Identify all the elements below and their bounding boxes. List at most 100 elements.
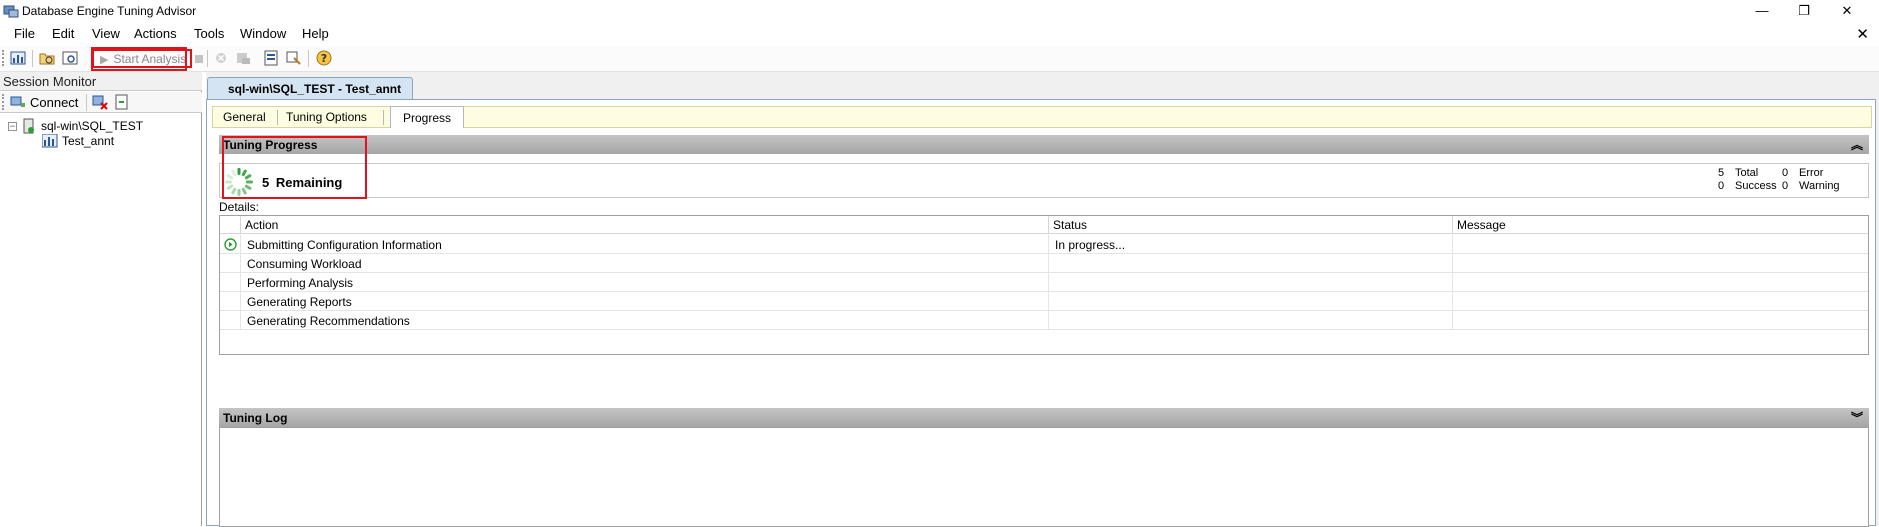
refresh-icon[interactable]: [114, 94, 130, 110]
document-tab[interactable]: sql-win\SQL_TEST - Test_annt: [207, 77, 413, 99]
restore-button[interactable]: ❐: [1789, 2, 1819, 20]
document-body: General Tuning Options Progress Tuning P…: [206, 99, 1876, 527]
toolbar-grip[interactable]: [2, 94, 5, 110]
tab-separator: [383, 110, 384, 125]
row-action: Performing Analysis: [247, 276, 354, 290]
cell-separator: [1452, 273, 1453, 292]
table-row[interactable]: Submitting Configuration Information In …: [220, 235, 1868, 254]
toolbar-grip[interactable]: [2, 50, 5, 66]
grid-header: Action Status Message: [220, 216, 1868, 234]
menu-window[interactable]: Window: [240, 26, 286, 41]
cell-separator: [240, 254, 241, 273]
disconnect-icon[interactable]: [92, 94, 108, 110]
tab-tuning-options[interactable]: Tuning Options: [286, 110, 367, 124]
server-name: sql-win\SQL_TEST: [41, 119, 144, 133]
cell-separator: [1048, 311, 1049, 330]
cell-separator: [240, 292, 241, 311]
tuning-progress-highlight: [222, 136, 367, 199]
connect-button[interactable]: Connect: [10, 94, 78, 110]
success-count: 0: [1718, 180, 1725, 192]
toolbar-separator: [308, 50, 309, 67]
cell-separator: [1048, 292, 1049, 311]
tree-server-node[interactable]: − sql-win\SQL_TEST: [8, 118, 143, 134]
tuning-log-area[interactable]: [219, 427, 1869, 527]
cell-separator: [1452, 254, 1453, 273]
stop-icon[interactable]: [195, 55, 203, 63]
tuning-log-header[interactable]: Tuning Log ︾: [219, 408, 1869, 427]
total-count: 5: [1718, 167, 1725, 179]
mdi-close-button[interactable]: ✕: [1856, 25, 1869, 43]
new-session-icon[interactable]: [10, 50, 26, 66]
window-title: Database Engine Tuning Advisor: [22, 4, 197, 18]
menu-help[interactable]: Help: [302, 26, 329, 41]
title-bar: Database Engine Tuning Advisor — ❐ ✕: [0, 0, 1879, 22]
evaluate-icon[interactable]: [286, 50, 302, 66]
column-separator: [240, 216, 241, 234]
cell-separator: [1452, 311, 1453, 330]
warning-label: Warning: [1799, 180, 1840, 192]
tuning-progress-header[interactable]: Tuning Progress ︽: [219, 135, 1869, 154]
close-button[interactable]: ✕: [1832, 2, 1862, 20]
cell-separator: [1452, 235, 1453, 254]
menu-tools[interactable]: Tools: [194, 26, 224, 41]
connect-label: Connect: [30, 94, 79, 110]
menu-bar: File Edit View Actions Tools Window Help…: [0, 24, 1879, 44]
menu-file[interactable]: File: [14, 26, 35, 41]
in-progress-icon: [224, 238, 237, 251]
tree-session-node[interactable]: Test_annt: [42, 134, 114, 148]
open-file-icon[interactable]: [39, 50, 55, 66]
app-icon: [3, 5, 19, 18]
error-label: Error: [1799, 167, 1824, 179]
tuning-log-title: Tuning Log: [223, 411, 288, 425]
table-row[interactable]: Generating Reports: [220, 292, 1868, 311]
table-row[interactable]: Generating Recommendations: [220, 311, 1868, 330]
session-monitor-toolbar: Connect: [0, 92, 202, 113]
column-separator[interactable]: [1452, 216, 1453, 234]
tab-general[interactable]: General: [223, 110, 266, 124]
toolbar-separator: [86, 94, 87, 111]
save-recommendation-icon[interactable]: [235, 50, 251, 66]
toolbar: ▶ Start Analysis ?: [0, 46, 1879, 72]
menu-view[interactable]: View: [92, 26, 120, 41]
help-icon[interactable]: ?: [316, 50, 332, 66]
column-status[interactable]: Status: [1053, 218, 1087, 232]
column-action[interactable]: Action: [245, 218, 278, 232]
details-label: Details:: [219, 200, 260, 214]
cell-separator: [240, 311, 241, 330]
row-action: Generating Recommendations: [247, 314, 410, 328]
session-name: Test_annt: [62, 134, 115, 148]
session-properties-icon[interactable]: [263, 50, 279, 66]
expand-section-icon[interactable]: ︾: [1851, 409, 1863, 426]
total-label: Total: [1735, 167, 1759, 179]
inner-tab-strip: General Tuning Options Progress: [212, 106, 1872, 128]
menu-edit[interactable]: Edit: [52, 26, 74, 41]
collapse-icon[interactable]: −: [8, 121, 17, 131]
menu-actions[interactable]: Actions: [134, 26, 177, 41]
cell-separator: [1452, 292, 1453, 311]
table-row[interactable]: Consuming Workload: [220, 254, 1868, 273]
row-action: Generating Reports: [247, 295, 352, 309]
column-message[interactable]: Message: [1457, 218, 1506, 232]
main-document-area: sql-win\SQL_TEST - Test_annt General Tun…: [206, 72, 1879, 527]
cell-separator: [1048, 273, 1049, 292]
cancel-icon[interactable]: [213, 50, 229, 66]
preview-icon[interactable]: [62, 50, 78, 66]
toolbar-separator: [207, 50, 208, 67]
progress-summary: 5 Remaining 5 Total 0 Error 0 Success 0 …: [219, 163, 1869, 198]
cell-separator: [1048, 254, 1049, 273]
cell-separator: [1048, 235, 1049, 254]
collapse-section-icon[interactable]: ︽: [1851, 136, 1863, 153]
minimize-button[interactable]: —: [1747, 2, 1777, 20]
column-separator[interactable]: [1048, 216, 1049, 234]
details-grid: Action Status Message Submitting Configu…: [219, 215, 1869, 355]
tab-separator: [277, 110, 278, 125]
error-count: 0: [1782, 167, 1789, 179]
session-monitor-panel: Session Monitor Connect − sql-win\SQL_TE…: [0, 72, 202, 526]
tab-progress[interactable]: Progress: [390, 106, 465, 128]
warning-count: 0: [1782, 180, 1789, 192]
row-status: In progress...: [1055, 238, 1126, 252]
toolbar-separator: [32, 50, 33, 67]
row-action: Consuming Workload: [247, 257, 362, 271]
session-icon: [42, 134, 58, 148]
table-row[interactable]: Performing Analysis: [220, 273, 1868, 292]
